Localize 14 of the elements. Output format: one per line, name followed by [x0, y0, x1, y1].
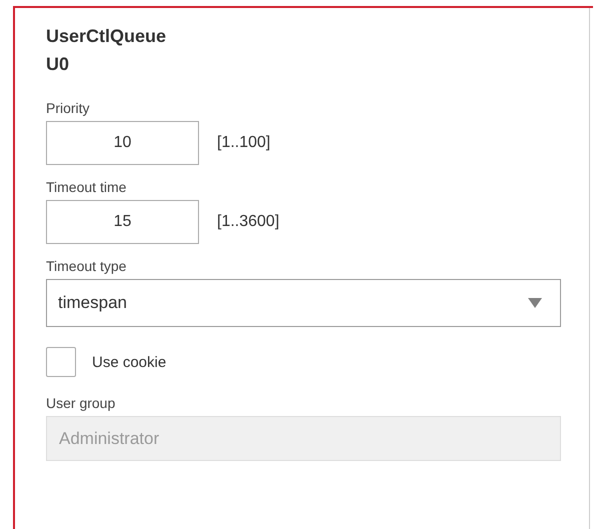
number-field[interactable]: 10 — [46, 121, 199, 165]
caret-icon — [528, 298, 542, 308]
field-label: Timeout time — [46, 179, 128, 195]
field-label: Timeout type — [46, 258, 128, 274]
field-label: Priority — [46, 100, 91, 116]
number-field[interactable]: 15 — [46, 200, 199, 244]
checkbox-label: Use cookie — [92, 354, 166, 370]
panel-title: UserCtlQueue — [46, 25, 168, 48]
range-hint: [1..100] — [217, 134, 270, 152]
checkbox[interactable] — [46, 347, 76, 377]
field-label: User group — [46, 395, 116, 411]
dropdown-field[interactable]: timespan — [46, 279, 561, 327]
panel-title: U0 — [46, 53, 70, 76]
range-hint: [1..3600] — [217, 213, 280, 231]
